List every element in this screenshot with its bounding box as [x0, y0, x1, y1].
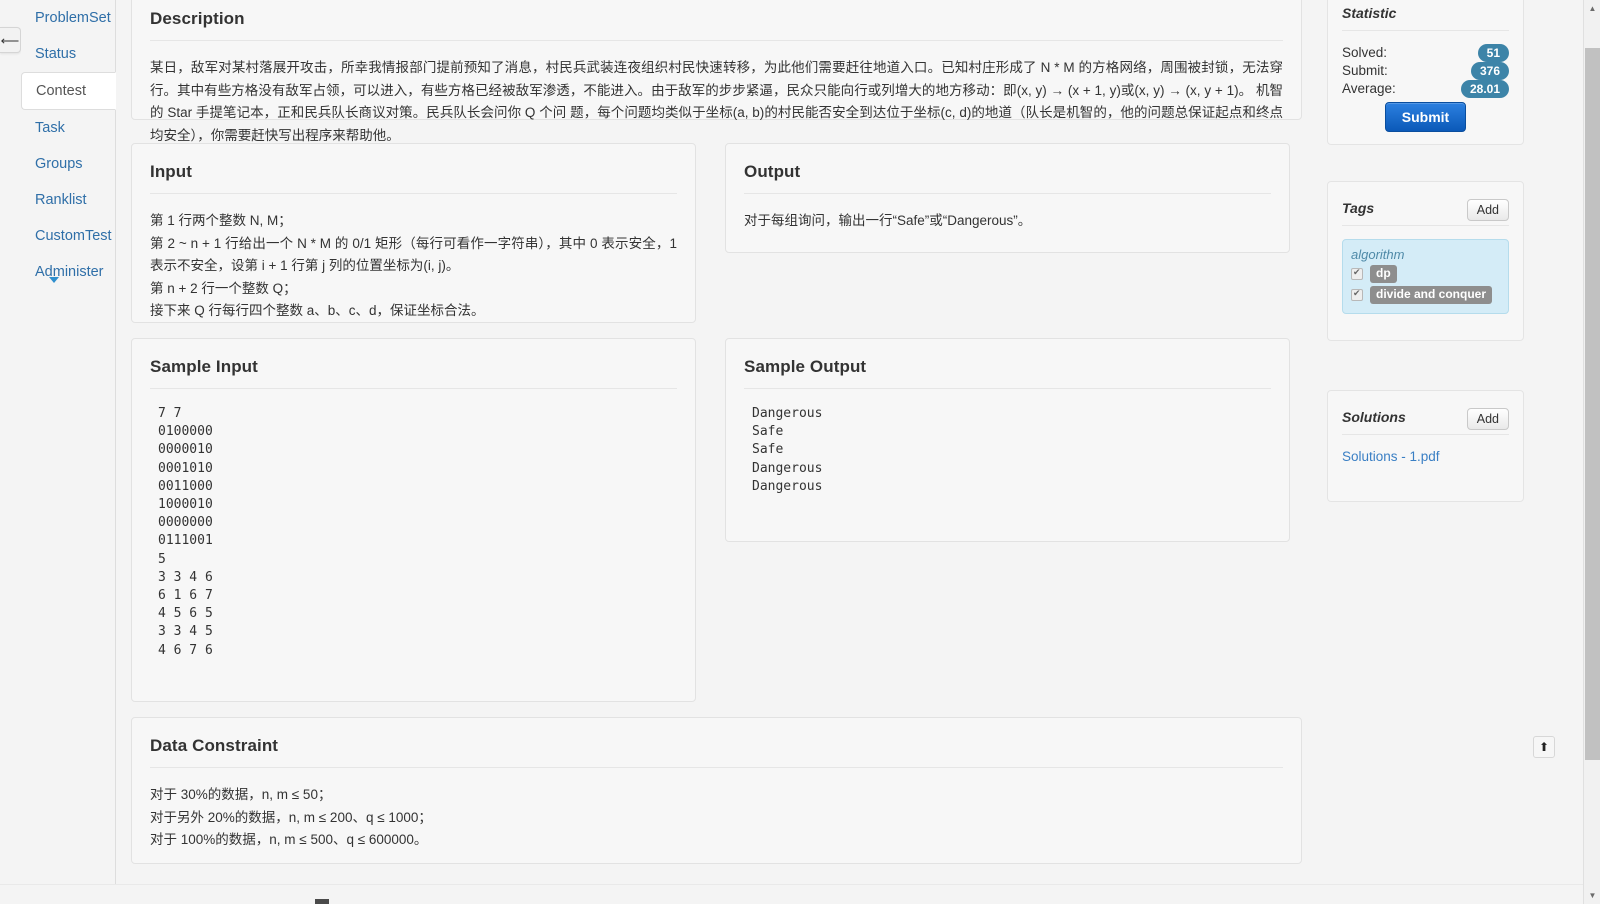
data-constraint-title: Data Constraint	[150, 736, 279, 755]
left-sidebar: ProblemSet Status Contest Task Groups Ra…	[21, 0, 116, 904]
main-content: Description 某日，敌军对某村落展开攻击，所幸我情报部门提前预知了消息…	[117, 0, 1523, 884]
panel-data-constraint: Data Constraint 对于 30%的数据，n, m ≤ 50； 对于另…	[131, 717, 1302, 864]
tag-item[interactable]: divide and conquer	[1351, 286, 1500, 304]
horizontal-scrollbar[interactable]	[0, 884, 1583, 904]
constraint-line: 对于另外 20%的数据，n, m ≤ 200、q ≤ 1000；	[150, 809, 432, 825]
solution-file-link[interactable]: Solutions - 1.pdf	[1342, 449, 1440, 464]
sample-output-code: Dangerous Safe Safe Dangerous Dangerous	[752, 406, 823, 494]
arrow-up-icon: ⬆	[1538, 740, 1550, 754]
panel-solutions: Solutions Add Solutions - 1.pdf	[1327, 390, 1524, 502]
panel-tags: Tags Add algorithm dp divide and conquer	[1327, 181, 1524, 341]
input-title: Input	[150, 162, 193, 181]
tag-label[interactable]: divide and conquer	[1370, 286, 1493, 304]
sidebar-item-label: ProblemSet	[35, 10, 111, 26]
tag-checkbox[interactable]	[1351, 266, 1363, 280]
sidebar-item-groups[interactable]: Groups	[21, 146, 115, 182]
panel-description: Description 某日，敌军对某村落展开攻击，所幸我情报部门提前预知了消息…	[131, 0, 1302, 143]
statistic-title: Statistic	[1342, 5, 1397, 21]
status-badge: 28.01	[1460, 80, 1509, 98]
stat-row-average: Average: 28.01	[1342, 80, 1509, 98]
sidebar-item-label: Groups	[35, 156, 83, 172]
input-line: 接下来 Q 行每行四个整数 a、b、c、d，保证坐标合法。	[150, 303, 485, 318]
tag-label[interactable]: dp	[1370, 265, 1397, 283]
horizontal-scrollbar-thumb[interactable]	[315, 899, 329, 904]
divider	[744, 388, 1271, 389]
tag-item[interactable]: dp	[1351, 265, 1500, 283]
constraint-line: 对于 100%的数据，n, m ≤ 500、q ≤ 600000。	[150, 832, 428, 847]
triangle-down-icon: ▼	[1588, 891, 1597, 900]
output-text: 对于每组询问，输出一行“Safe”或“Dangerous”。	[744, 210, 1271, 233]
panel-output: Output 对于每组询问，输出一行“Safe”或“Dangerous”。	[725, 143, 1290, 253]
add-tag-button[interactable]: Add	[1466, 198, 1509, 221]
sidebar-item-problemset[interactable]: ProblemSet	[21, 0, 115, 36]
sidebar-item-customtest[interactable]: CustomTest	[21, 218, 115, 254]
input-text: 第 1 行两个整数 N, M； 第 2 ~ n + 1 行给出一个 N * M …	[150, 210, 677, 323]
scroll-to-top-button[interactable]: ⬆	[1533, 736, 1555, 758]
description-text: 某日，敌军对某村落展开攻击，所幸我情报部门提前预知了消息，村民兵武装连夜组织村民…	[150, 60, 1283, 143]
panel-sample-input: Sample Input 7 7 0100000 0000010 0001010…	[131, 338, 696, 702]
sample-input-code: 7 7 0100000 0000010 0001010 0011000 1000…	[158, 406, 213, 658]
panel-input: Input 第 1 行两个整数 N, M； 第 2 ~ n + 1 行给出一个 …	[131, 143, 696, 323]
stat-label: Solved:	[1342, 45, 1388, 60]
submit-button[interactable]: Submit	[1384, 102, 1467, 132]
input-line: 第 1 行两个整数 N, M；	[150, 213, 292, 228]
scrollbar-up-button[interactable]: ▲	[1584, 0, 1600, 17]
divider	[1342, 434, 1509, 435]
sidebar-item-status[interactable]: Status	[21, 36, 115, 72]
sidebar-item-label: Contest	[36, 83, 86, 99]
sidebar-item-administer[interactable]: Administer	[21, 254, 115, 292]
solutions-header: Solutions Add	[1342, 403, 1509, 434]
sample-output-title: Sample Output	[744, 357, 867, 376]
sidebar-item-label: Status	[35, 46, 77, 62]
vertical-scrollbar[interactable]: ▲ ▼	[1583, 0, 1600, 904]
output-line: 对于每组询问，输出一行“Safe”或“Dangerous”。	[744, 213, 1032, 228]
add-solution-button[interactable]: Add	[1466, 407, 1509, 430]
solutions-title: Solutions	[1342, 409, 1406, 425]
divider	[744, 193, 1271, 194]
scrollbar-down-button[interactable]: ▼	[1584, 887, 1600, 904]
stat-label: Submit:	[1342, 63, 1388, 78]
stat-row-submit: Submit: 376	[1342, 62, 1509, 80]
scrollbar-thumb[interactable]	[1585, 48, 1600, 760]
divider	[150, 767, 1283, 768]
tags-header: Tags Add	[1342, 194, 1509, 225]
left-arrow-icon: ⟵	[0, 32, 20, 48]
triangle-up-icon: ▲	[1588, 4, 1597, 13]
collapse-sidebar-button[interactable]: ⟵	[0, 27, 21, 53]
divider	[150, 388, 677, 389]
status-badge: 376	[1470, 62, 1509, 80]
sidebar-item-ranklist[interactable]: Ranklist	[21, 182, 115, 218]
divider	[1342, 30, 1509, 31]
status-badge: 51	[1477, 44, 1509, 62]
sidebar-item-label: Administer	[35, 264, 104, 280]
sidebar-item-label: Task	[35, 120, 65, 136]
data-constraint-text: 对于 30%的数据，n, m ≤ 50； 对于另外 20%的数据，n, m ≤ …	[150, 784, 1283, 852]
sidebar-item-label: CustomTest	[35, 228, 112, 244]
description-title: Description	[150, 9, 245, 28]
divider	[1342, 225, 1509, 226]
divider	[150, 40, 1283, 41]
input-line: 第 n + 2 行一个整数 Q；	[150, 280, 297, 296]
sidebar-item-task[interactable]: Task	[21, 110, 115, 146]
input-line: 第 2 ~ n + 1 行给出一个 N * M 的 0/1 矩形（每行可看作一字…	[150, 235, 677, 274]
sidebar-item-contest[interactable]: Contest	[21, 72, 116, 110]
sample-input-title: Sample Input	[150, 357, 258, 376]
tag-group-name: algorithm	[1351, 247, 1405, 262]
constraint-line: 对于 30%的数据，n, m ≤ 50；	[150, 787, 332, 802]
panel-sample-output: Sample Output Dangerous Safe Safe Danger…	[725, 338, 1290, 542]
panel-statistic: Statistic Solved: 51 Submit: 376 Average…	[1327, 0, 1524, 145]
page-root: ⟵ ProblemSet Status Contest Task Groups …	[0, 0, 1600, 904]
tags-title: Tags	[1342, 200, 1375, 216]
output-title: Output	[744, 162, 801, 181]
sidebar-item-label: Ranklist	[35, 192, 87, 208]
tag-checkbox[interactable]	[1351, 287, 1363, 301]
stat-row-solved: Solved: 51	[1342, 44, 1509, 62]
stat-label: Average:	[1342, 81, 1396, 96]
tags-box: algorithm dp divide and conquer	[1342, 239, 1509, 314]
divider	[150, 193, 677, 194]
